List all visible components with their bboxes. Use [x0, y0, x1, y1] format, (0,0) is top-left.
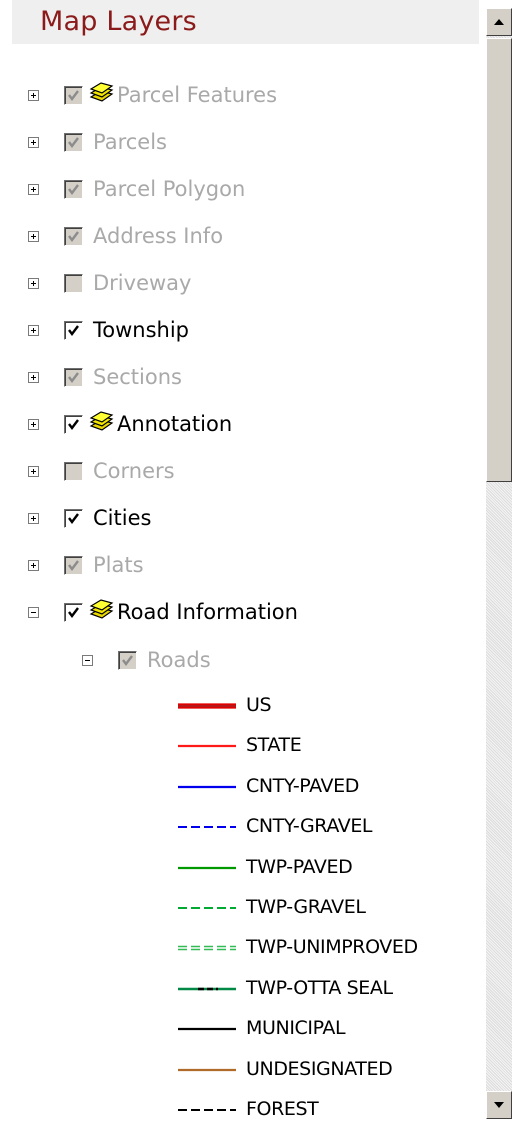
- layer-label[interactable]: Road Information: [117, 600, 298, 624]
- expand-icon[interactable]: [28, 89, 39, 101]
- legend-item-twp-paved: TWP-PAVED: [176, 855, 353, 879]
- expand-icon[interactable]: [28, 371, 39, 383]
- legend-item-twp-otta-seal: TWP-OTTA SEAL: [176, 976, 393, 1000]
- layer-checkbox[interactable]: [118, 650, 137, 670]
- legend-item-cnty-gravel: CNTY-GRAVEL: [176, 814, 373, 838]
- expand-icon[interactable]: [28, 324, 39, 336]
- road-line-symbol-icon: [176, 696, 238, 715]
- layer-row-plats: Plats: [28, 550, 144, 580]
- scroll-thumb[interactable]: [486, 38, 512, 482]
- layer-checkbox[interactable]: [64, 414, 83, 434]
- panel-title: Map Layers: [40, 6, 197, 37]
- layer-row-corners: Corners: [28, 456, 175, 486]
- collapse-icon[interactable]: [82, 654, 93, 666]
- layer-label[interactable]: Address Info: [93, 224, 223, 248]
- expand-icon[interactable]: [28, 230, 39, 242]
- layer-row-address-info: Address Info: [28, 221, 223, 251]
- layer-row-sections: Sections: [28, 362, 182, 392]
- arrow-down-icon: [494, 1102, 504, 1108]
- legend-label: TWP-OTTA SEAL: [246, 977, 393, 999]
- road-line-symbol-icon: [176, 736, 238, 755]
- layer-row-township: Township: [28, 315, 189, 345]
- layer-row-parcel-polygon: Parcel Polygon: [28, 174, 245, 204]
- layer-label[interactable]: Township: [93, 318, 189, 342]
- road-line-symbol-icon: [176, 1100, 238, 1119]
- layer-label[interactable]: Plats: [93, 553, 144, 577]
- legend-item-twp-gravel: TWP-GRAVEL: [176, 895, 366, 919]
- legend-item-us: US: [176, 693, 272, 717]
- layer-label[interactable]: Parcel Features: [117, 83, 277, 107]
- road-line-symbol-icon: [176, 1019, 238, 1038]
- road-line-symbol-icon: [176, 938, 238, 957]
- layer-group-icon: [83, 599, 115, 625]
- layer-label[interactable]: Corners: [93, 459, 175, 483]
- arrow-up-icon: [494, 19, 504, 25]
- legend-item-state: STATE: [176, 733, 302, 757]
- layer-label[interactable]: Cities: [93, 506, 151, 530]
- legend-label: TWP-PAVED: [246, 856, 353, 878]
- scroll-down-button[interactable]: [486, 1091, 512, 1119]
- layer-checkbox[interactable]: [64, 508, 83, 528]
- layer-checkbox[interactable]: [64, 132, 83, 152]
- layer-row-cities: Cities: [28, 503, 151, 533]
- legend-label: UNDESIGNATED: [246, 1058, 393, 1080]
- legend-label: CNTY-PAVED: [246, 775, 359, 797]
- layer-checkbox[interactable]: [64, 85, 83, 105]
- layer-row-road-information: Road Information: [28, 597, 298, 627]
- road-line-symbol-icon: [176, 858, 238, 877]
- layer-label[interactable]: Roads: [147, 648, 211, 672]
- legend-label: TWP-UNIMPROVED: [246, 936, 418, 958]
- layer-label[interactable]: Sections: [93, 365, 182, 389]
- layer-row-parcels: Parcels: [28, 127, 167, 157]
- layer-label[interactable]: Parcels: [93, 130, 167, 154]
- legend-label: MUNICIPAL: [246, 1017, 346, 1039]
- expand-icon[interactable]: [28, 418, 39, 430]
- layer-label[interactable]: Parcel Polygon: [93, 177, 245, 201]
- layer-row-annotation: Annotation: [28, 409, 232, 439]
- legend-item-forest: FOREST: [176, 1097, 319, 1121]
- expand-icon[interactable]: [28, 136, 39, 148]
- layer-checkbox[interactable]: [64, 555, 83, 575]
- expand-icon[interactable]: [28, 183, 39, 195]
- layer-checkbox[interactable]: [64, 461, 83, 481]
- legend-label: CNTY-GRAVEL: [246, 815, 373, 837]
- layer-checkbox[interactable]: [64, 602, 83, 622]
- collapse-icon[interactable]: [28, 606, 39, 618]
- layer-row-roads: Roads: [82, 645, 211, 675]
- layer-label[interactable]: Annotation: [117, 412, 232, 436]
- road-line-symbol-icon: [176, 777, 238, 796]
- layer-checkbox[interactable]: [64, 367, 83, 387]
- road-line-symbol-icon: [176, 979, 238, 998]
- legend-item-undesignated: UNDESIGNATED: [176, 1057, 393, 1081]
- layer-checkbox[interactable]: [64, 320, 83, 340]
- expand-icon[interactable]: [28, 465, 39, 477]
- expand-icon[interactable]: [28, 559, 39, 571]
- legend-item-cnty-paved: CNTY-PAVED: [176, 774, 359, 798]
- layer-label[interactable]: Driveway: [93, 271, 191, 295]
- legend-label: US: [246, 694, 272, 716]
- road-line-symbol-icon: [176, 1060, 238, 1079]
- legend-label: STATE: [246, 734, 302, 756]
- legend-item-municipal: MUNICIPAL: [176, 1016, 346, 1040]
- expand-icon[interactable]: [28, 277, 39, 289]
- layer-row-driveway: Driveway: [28, 268, 191, 298]
- layer-group-icon: [83, 82, 115, 108]
- expand-icon[interactable]: [28, 512, 39, 524]
- road-line-symbol-icon: [176, 898, 238, 917]
- layer-checkbox[interactable]: [64, 273, 83, 293]
- layer-checkbox[interactable]: [64, 179, 83, 199]
- layer-group-icon: [83, 411, 115, 437]
- legend-label: TWP-GRAVEL: [246, 896, 366, 918]
- layer-checkbox[interactable]: [64, 226, 83, 246]
- layer-row-parcel-features: Parcel Features: [28, 80, 277, 110]
- legend-label: FOREST: [246, 1098, 319, 1120]
- vertical-scrollbar[interactable]: [486, 8, 512, 1119]
- scroll-up-button[interactable]: [486, 8, 512, 36]
- legend-item-twp-unimproved: TWP-UNIMPROVED: [176, 935, 418, 959]
- road-line-symbol-icon: [176, 817, 238, 836]
